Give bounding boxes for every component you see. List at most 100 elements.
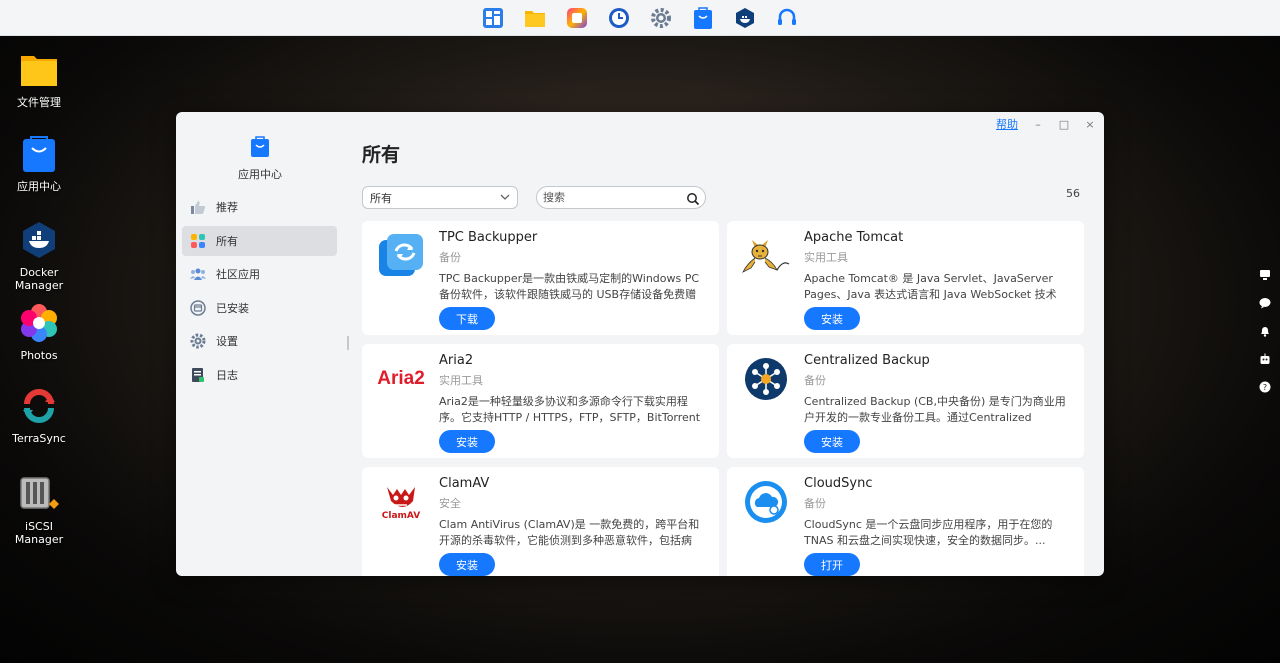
download-button[interactable]: 下载 xyxy=(439,307,495,330)
app-card[interactable]: Apache Tomcat 实用工具 Apache Tomcat® 是 Java… xyxy=(727,221,1084,335)
installed-icon xyxy=(190,299,206,316)
app-category: 实用工具 xyxy=(439,374,483,387)
sidebar-item-community[interactable]: 社区应用 xyxy=(182,259,337,289)
app-category: 备份 xyxy=(804,374,826,387)
install-button[interactable]: 安装 xyxy=(439,553,495,576)
desktop-icon-label: 文件管理 xyxy=(17,96,61,109)
app-center-logo-icon xyxy=(250,136,270,158)
desktop-photos[interactable]: Photos xyxy=(0,303,78,362)
app-description: TPC Backupper是一款由铁威马定制的Windows PC 备份软件，该… xyxy=(439,272,700,301)
grid-icon xyxy=(190,233,206,249)
app-name: Centralized Backup xyxy=(804,353,930,368)
sidebar-item-label: 设置 xyxy=(216,335,238,348)
app-category: 备份 xyxy=(804,497,826,510)
shopping-bag-icon xyxy=(19,134,59,174)
tpc-backupper-logo-icon xyxy=(376,231,426,281)
desktop-file-manager[interactable]: 文件管理 xyxy=(0,50,78,109)
desktop-icon-label: 应用中心 xyxy=(17,180,61,193)
app-description: Aria2是一种轻量级多协议和多源命令行下载实用程序。它支持HTTP / HTT… xyxy=(439,395,701,424)
desktop-app-center[interactable]: 应用中心 xyxy=(0,134,78,193)
sidebar-item-log[interactable]: 日志 xyxy=(182,360,337,390)
app-name: Apache Tomcat xyxy=(804,230,904,245)
right-side-toolbar: ? xyxy=(1258,268,1272,394)
dock-gear-icon[interactable] xyxy=(648,5,674,31)
page-title: 所有 xyxy=(362,144,401,166)
app-center-window: 帮助 – □ × 应用中心 推荐 所有 社区应用 已安装 设置 日志 所有 所有… xyxy=(176,112,1104,576)
clamav-logo-text: ClamAV xyxy=(381,511,421,521)
desktop-icon-label: Photos xyxy=(20,349,58,362)
filter-selected-value: 所有 xyxy=(370,191,392,205)
photos-flower-icon xyxy=(19,303,59,343)
community-icon xyxy=(190,266,206,282)
dock-clock-icon[interactable] xyxy=(606,5,632,31)
dock-support-icon[interactable] xyxy=(774,5,800,31)
dock-folder-icon[interactable] xyxy=(522,5,548,31)
desktop-iscsi-manager[interactable]: iSCSI Manager xyxy=(0,474,78,546)
robot-icon[interactable] xyxy=(1258,352,1272,366)
app-name: Aria2 xyxy=(439,353,474,368)
svg-text:?: ? xyxy=(1263,383,1267,392)
sidebar-item-label: 社区应用 xyxy=(216,268,260,281)
clamav-logo-icon: ClamAV xyxy=(376,477,426,527)
sidebar-item-recommended[interactable]: 推荐 xyxy=(182,192,337,222)
cloudsync-logo-icon xyxy=(741,477,791,527)
sidebar-item-all[interactable]: 所有 xyxy=(182,225,337,256)
desktop-icon-label: Docker Manager xyxy=(14,266,64,292)
app-description: Apache Tomcat® 是 Java Servlet、JavaServer… xyxy=(804,272,1057,301)
app-count: 56 xyxy=(1066,187,1080,200)
sidebar-item-label: 所有 xyxy=(216,234,238,248)
app-card[interactable]: ClamAV ClamAV 安全 Clam AntiVirus (ClamAV)… xyxy=(362,467,719,576)
docker-icon xyxy=(19,220,59,260)
desktop-terrasync[interactable]: TerraSync xyxy=(0,386,78,445)
search-input[interactable] xyxy=(543,191,683,204)
app-card[interactable]: TPC Backupper 备份 TPC Backupper是一款由铁威马定制的… xyxy=(362,221,719,335)
sidebar-item-installed[interactable]: 已安装 xyxy=(182,293,337,323)
category-filter-select[interactable]: 所有 xyxy=(362,186,518,209)
search-icon[interactable] xyxy=(686,191,700,210)
app-category: 安全 xyxy=(439,497,461,510)
install-button[interactable]: 安装 xyxy=(439,430,495,453)
desktop-docker-manager[interactable]: Docker Manager xyxy=(0,220,78,292)
dock-docker-icon[interactable] xyxy=(732,5,758,31)
centralized-backup-logo-icon xyxy=(741,354,791,404)
top-dock xyxy=(0,0,1280,36)
app-category: 备份 xyxy=(439,251,461,264)
dock-media-icon[interactable] xyxy=(564,5,590,31)
app-card[interactable]: Aria2 Aria2 实用工具 Aria2是一种轻量级多协议和多源命令行下载实… xyxy=(362,344,719,458)
sync-icon xyxy=(19,386,59,426)
app-name: CloudSync xyxy=(804,476,873,491)
dock-dashboard-icon[interactable] xyxy=(480,5,506,31)
open-button[interactable]: 打开 xyxy=(804,553,860,576)
app-description: Clam AntiVirus (ClamAV)是 一款免费的，跨平台和开源的杀毒… xyxy=(439,518,700,547)
sidebar-item-label: 日志 xyxy=(216,368,238,382)
app-category: 实用工具 xyxy=(804,251,848,264)
monitor-icon[interactable] xyxy=(1258,268,1272,282)
sidebar-item-label: 推荐 xyxy=(216,201,238,214)
help-circle-icon[interactable]: ? xyxy=(1258,380,1272,394)
chat-icon[interactable] xyxy=(1258,296,1272,310)
bell-icon[interactable] xyxy=(1258,324,1272,338)
aria2-logo-text: Aria2 xyxy=(377,368,425,389)
install-button[interactable]: 安装 xyxy=(804,430,860,453)
iscsi-disk-icon xyxy=(19,474,59,514)
aria2-logo-icon: Aria2 xyxy=(376,354,426,404)
sidebar-item-label: 已安装 xyxy=(216,301,249,315)
app-name: ClamAV xyxy=(439,476,490,491)
desktop-icon-label: iSCSI Manager xyxy=(14,520,64,546)
sidebar-resize-handle[interactable] xyxy=(347,336,349,350)
sidebar-nav: 推荐 所有 社区应用 已安装 设置 日志 xyxy=(182,192,337,393)
log-icon xyxy=(190,367,206,383)
dock-app-center-icon[interactable] xyxy=(690,5,716,31)
sidebar: 应用中心 推荐 所有 社区应用 已安装 设置 日志 xyxy=(176,112,349,576)
install-button[interactable]: 安装 xyxy=(804,307,860,330)
desktop-icon-label: TerraSync xyxy=(12,432,66,445)
app-description: CloudSync 是一个云盘同步应用程序，用于在您的TNAS 和云盘之间实现快… xyxy=(804,518,1053,547)
app-card[interactable]: CloudSync 备份 CloudSync 是一个云盘同步应用程序，用于在您的… xyxy=(727,467,1084,576)
sidebar-title: 应用中心 xyxy=(238,168,282,181)
app-card[interactable]: Centralized Backup 备份 Centralized Backup… xyxy=(727,344,1084,458)
folder-icon xyxy=(19,50,59,90)
chevron-down-icon xyxy=(499,191,511,206)
app-name: TPC Backupper xyxy=(439,230,538,245)
sidebar-item-settings[interactable]: 设置 xyxy=(182,326,337,356)
thumbs-up-icon xyxy=(190,199,206,215)
